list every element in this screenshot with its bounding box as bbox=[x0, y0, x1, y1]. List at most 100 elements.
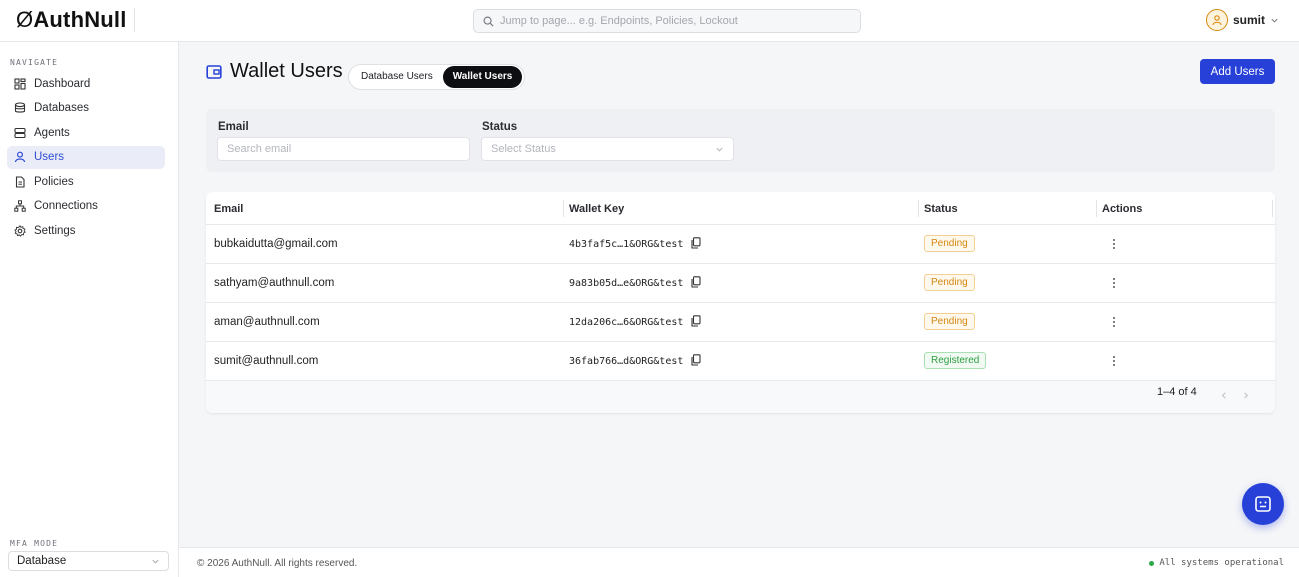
assistant-fab-button[interactable] bbox=[1242, 483, 1284, 525]
chevron-right-icon bbox=[1244, 392, 1249, 399]
status-badge: Registered bbox=[924, 352, 987, 369]
gear-icon bbox=[13, 225, 26, 238]
table-footer bbox=[206, 381, 1275, 413]
copy-icon[interactable] bbox=[691, 276, 701, 288]
database-icon bbox=[13, 102, 26, 115]
prev-page-button[interactable] bbox=[1220, 391, 1228, 403]
page-title: Wallet Users bbox=[230, 60, 343, 82]
filter-panel: Email Status Select Status bbox=[206, 109, 1275, 172]
sidebar-item-label: Users bbox=[34, 151, 65, 164]
user-email: sumit@authnull.com bbox=[214, 355, 319, 367]
status-filter-label: Status bbox=[482, 121, 518, 133]
copy-icon[interactable] bbox=[691, 237, 701, 249]
status-badge: Pending bbox=[924, 235, 975, 252]
tab-database-users[interactable]: Database Users bbox=[351, 66, 443, 88]
users-table: Email Wallet Key Status Actions bubkaidu… bbox=[206, 192, 1275, 413]
user-icon bbox=[13, 151, 26, 164]
wallet-key: 9a83b05d…e&ORG&test bbox=[569, 278, 684, 289]
chevron-down-icon bbox=[716, 147, 723, 152]
add-users-button[interactable]: Add Users bbox=[1200, 59, 1275, 84]
top-bar: ØAuthNull sumit bbox=[0, 0, 1299, 42]
sidebar-item-label: Connections bbox=[34, 200, 98, 213]
user-email: sathyam@authnull.com bbox=[214, 277, 335, 289]
system-status: All systems operational bbox=[1149, 558, 1284, 568]
app-logo[interactable]: Ø AuthNull bbox=[16, 7, 127, 33]
tab-wallet-users[interactable]: Wallet Users bbox=[442, 66, 523, 88]
user-type-toggle: Database Users Wallet Users bbox=[348, 64, 526, 90]
logo-symbol: Ø bbox=[16, 7, 34, 32]
status-badge: Pending bbox=[924, 274, 975, 291]
copy-icon[interactable] bbox=[691, 315, 701, 327]
column-header-status[interactable]: Status bbox=[924, 203, 958, 215]
user-name: sumit bbox=[1232, 13, 1265, 27]
grid-icon bbox=[13, 77, 26, 90]
sidebar-item-label: Settings bbox=[34, 225, 76, 238]
table-row[interactable]: bubkaidutta@gmail.com 4b3faf5c…1&ORG&tes… bbox=[206, 225, 1275, 264]
table-row[interactable]: sathyam@authnull.com 9a83b05d…e&ORG&test… bbox=[206, 264, 1275, 303]
wallet-icon bbox=[206, 64, 222, 79]
search-icon bbox=[483, 16, 494, 27]
user-menu[interactable]: sumit bbox=[1205, 9, 1279, 31]
table-row[interactable]: sumit@authnull.com 36fab766…d&ORG&test R… bbox=[206, 342, 1275, 381]
header-divider bbox=[134, 8, 135, 32]
bot-icon bbox=[1255, 496, 1271, 512]
page-header: Wallet Users bbox=[206, 60, 343, 83]
logo-text: AuthNull bbox=[33, 7, 127, 32]
mfa-mode-value: Database bbox=[17, 555, 67, 567]
row-actions-menu[interactable] bbox=[1109, 237, 1119, 251]
chevron-down-icon bbox=[152, 559, 159, 564]
sidebar-item-connections[interactable]: Connections bbox=[7, 195, 165, 218]
sidebar-item-label: Dashboard bbox=[34, 77, 91, 90]
status-filter-placeholder: Select Status bbox=[491, 143, 556, 155]
copy-icon[interactable] bbox=[691, 354, 701, 366]
row-actions-menu[interactable] bbox=[1109, 276, 1119, 290]
email-filter-input[interactable] bbox=[217, 137, 470, 161]
column-divider bbox=[1272, 200, 1273, 217]
column-divider bbox=[1096, 200, 1097, 217]
sidebar: NAVIGATE Dashboard Databases Agents User… bbox=[0, 42, 179, 577]
table-header: Email Wallet Key Status Actions bbox=[206, 192, 1275, 225]
mfa-mode-select[interactable]: Database bbox=[8, 551, 169, 571]
wallet-key: 4b3faf5c…1&ORG&test bbox=[569, 239, 684, 250]
server-icon bbox=[13, 126, 26, 139]
sidebar-nav: Dashboard Databases Agents Users Policie… bbox=[7, 72, 165, 244]
avatar[interactable] bbox=[1205, 9, 1228, 31]
email-filter-label: Email bbox=[218, 121, 249, 133]
column-divider bbox=[563, 200, 564, 217]
table-row[interactable]: aman@authnull.com 12da206c…6&ORG&test Pe… bbox=[206, 303, 1275, 342]
column-header-wallet-key[interactable]: Wallet Key bbox=[569, 203, 624, 215]
user-email: aman@authnull.com bbox=[214, 316, 320, 328]
user-email: bubkaidutta@gmail.com bbox=[214, 238, 338, 250]
column-divider bbox=[918, 200, 919, 217]
chevron-down-icon bbox=[1271, 18, 1278, 23]
status-badge: Pending bbox=[924, 313, 975, 330]
sidebar-item-users[interactable]: Users bbox=[7, 145, 165, 169]
row-actions-menu[interactable] bbox=[1109, 354, 1119, 368]
chevron-left-icon bbox=[1221, 392, 1226, 399]
user-avatar-icon bbox=[1212, 15, 1222, 26]
sidebar-item-settings[interactable]: Settings bbox=[7, 220, 165, 243]
mfa-mode-heading: MFA MODE bbox=[10, 539, 59, 548]
sidebar-item-policies[interactable]: Policies bbox=[7, 170, 165, 193]
sidebar-item-label: Databases bbox=[34, 102, 89, 115]
column-header-actions[interactable]: Actions bbox=[1102, 203, 1142, 215]
status-filter-select[interactable]: Select Status bbox=[481, 137, 734, 161]
next-page-button[interactable] bbox=[1242, 391, 1250, 403]
pagination-info: 1–4 of 4 bbox=[1157, 386, 1197, 398]
search-bar[interactable] bbox=[473, 9, 861, 33]
row-actions-menu[interactable] bbox=[1109, 315, 1119, 329]
system-status-text: All systems operational bbox=[1159, 558, 1284, 568]
column-header-email[interactable]: Email bbox=[214, 203, 243, 215]
network-icon bbox=[13, 200, 26, 213]
sidebar-item-dashboard[interactable]: Dashboard bbox=[7, 72, 165, 95]
wallet-key: 12da206c…6&ORG&test bbox=[569, 317, 684, 328]
sidebar-item-databases[interactable]: Databases bbox=[7, 97, 165, 120]
wallet-key: 36fab766…d&ORG&test bbox=[569, 356, 684, 367]
page-footer: © 2026 AuthNull. All rights reserved. Al… bbox=[179, 547, 1299, 577]
copyright-text: © 2026 AuthNull. All rights reserved. bbox=[197, 558, 358, 569]
sidebar-item-label: Agents bbox=[34, 126, 70, 139]
search-input[interactable] bbox=[500, 15, 840, 27]
sidebar-item-agents[interactable]: Agents bbox=[7, 121, 165, 144]
sidebar-item-label: Policies bbox=[34, 175, 74, 188]
document-icon bbox=[13, 175, 26, 188]
